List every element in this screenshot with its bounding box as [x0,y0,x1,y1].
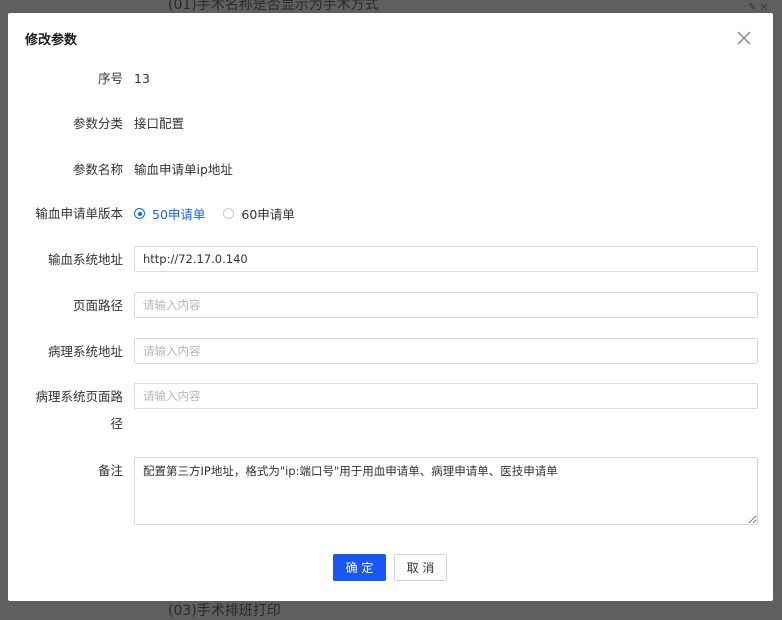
blood-addr-label: 输血系统地址 [47,252,123,267]
confirm-button[interactable]: 确 定 [333,554,386,581]
background-text-bottom: (03)手术排班打印 [168,603,281,619]
remark-label: 备注 [97,463,123,478]
page-path-input[interactable] [134,292,758,318]
seq-label: 序号 [97,71,123,86]
radio-checked-icon [134,208,145,219]
remark-textarea[interactable]: 配置第三方IP地址，格式为"ip:端口号"用于用血申请单、病理申请单、医技申请单 [134,457,758,525]
patho-addr-input[interactable] [134,338,758,364]
name-label: 参数名称 [72,162,123,177]
category-value: 接口配置 [134,116,185,131]
patho-addr-label: 病理系统地址 [47,344,123,359]
category-label: 参数分类 [72,116,123,131]
seq-value: 13 [134,71,150,86]
version-radio-60-label: 60申请单 [241,207,295,222]
dialog-title: 修改参数 [25,33,78,48]
blood-addr-input[interactable] [134,246,758,272]
patho-page-label: 病理系统页面路径 [35,389,123,431]
version-radio-group: 50申请单 60申请单 [134,200,313,227]
version-radio-60[interactable]: 60申请单 [223,204,295,223]
version-radio-50-label: 50申请单 [152,207,206,222]
background-text-top: (01)手术名称是否显示为手术方式 [168,0,379,13]
edit-parameter-dialog: 修改参数 序号 13 参数分类 接口配置 参数名称 输血申请单ip地址 输血申请… [8,13,773,601]
name-value: 输血申请单ip地址 [134,162,233,177]
background-edit-icon: ✎ × [748,2,768,13]
version-label: 输血申请单版本 [35,206,123,221]
radio-unchecked-icon [223,208,235,219]
version-radio-50[interactable]: 50申请单 [134,204,205,223]
close-icon [737,31,751,45]
page-path-label: 页面路径 [72,298,123,313]
close-button[interactable] [733,27,755,49]
cancel-button[interactable]: 取 消 [394,554,447,581]
patho-page-input[interactable] [134,383,758,409]
